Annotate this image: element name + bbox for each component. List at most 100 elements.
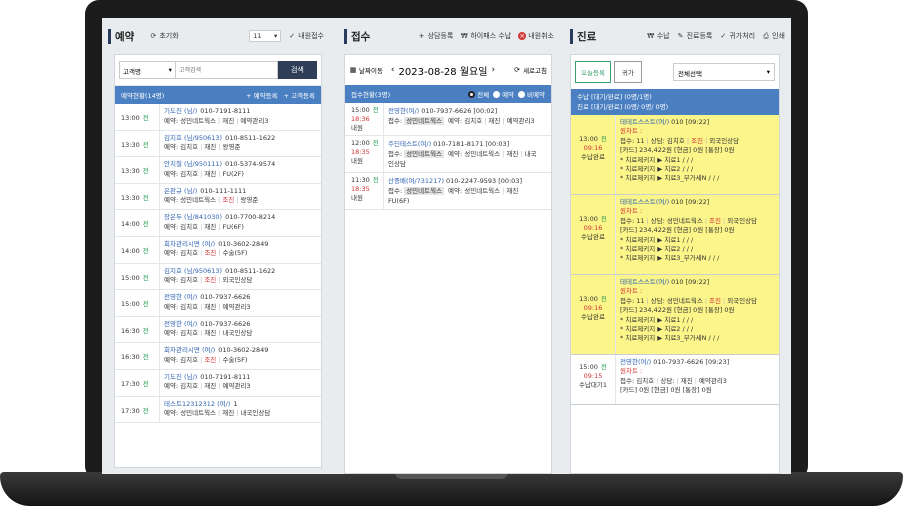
reservation-row[interactable]: 13:30 전 은판규 (님/) 010-111-1111 예약: 성민네트웍스 | 조진 | 왕… [115, 183, 321, 211]
reservation-row[interactable]: 15:00 전 김지호 (님/950613) 010-8511-1622 예약: 김치호 |… [115, 263, 321, 291]
reservation-detail: FU(6F) [222, 222, 244, 231]
patient-name[interactable]: 회차관리시면 (여/) [164, 240, 215, 248]
reservation-detail: 김치호 [180, 249, 199, 258]
reservation-row[interactable]: 15:00 전 전영한 (여/) 010-7937-6626 예약: 김치호 | 재진 | 예약관… [115, 290, 321, 317]
reception-title: 접수 [344, 28, 370, 44]
treatment-consult: 상담: 성민네트웍스 [650, 296, 703, 305]
reception-detail: 내국 [524, 150, 537, 158]
treatment-row[interactable]: 13:00 전 09:16 수납완료 테테트스스트(여/) 010 [09:22] 원차트 … [571, 275, 779, 355]
divider: | [722, 216, 726, 225]
reservation-status: 전 [142, 246, 149, 255]
divider: | [218, 382, 221, 391]
treatment-state: 수납대기1 [578, 381, 608, 389]
add-reservation-button[interactable]: + 예약등록 [246, 90, 277, 100]
patient-name[interactable]: 테스트12312312 (여/) [164, 400, 230, 408]
reservation-row[interactable]: 16:30 전 전영한 (여/) 010-7937-6626 예약: 김치호 | 재진 | 내국인… [115, 316, 321, 344]
filter-reservation-radio[interactable]: 예약 [493, 89, 514, 99]
add-customer-button[interactable]: + 고객등록 [284, 90, 315, 100]
treatment-row[interactable]: 13:00 전 09:16 수납완료 테테트스스트(여/) 010 [09:22] 원차트 … [571, 115, 779, 195]
treatment-row[interactable]: 15:00 전 09:15 수납대기1 전영한(여/) 010-7937-6626 [09… [571, 355, 779, 405]
patient-name[interactable]: 은판규 (님/) [164, 187, 197, 195]
divider: | [694, 376, 697, 385]
reservation-row[interactable]: 13:30 전 안치철 (님/950111) 010-5374-9574 예약: 김치호 |… [115, 157, 321, 184]
patient-name[interactable]: 김지호 (님/950613) [164, 134, 222, 142]
select-all-dropdown[interactable]: 전체선택 ▾ [673, 63, 775, 81]
divider: | [236, 409, 239, 418]
tab-home[interactable]: 귀가 [613, 61, 642, 83]
date-move-button[interactable]: ▦ 날짜이동 [349, 65, 383, 75]
reservation-label: 예약: [164, 355, 179, 364]
patient-name[interactable]: 김지호 (님/950613) [164, 267, 222, 275]
edit-icon: ✎ [677, 32, 684, 40]
print-button[interactable]: ⎙ 인쇄 [762, 31, 785, 41]
patient-name[interactable]: 주딘테스트(여/) [388, 140, 431, 148]
reservation-detail: 내국인상담 [240, 409, 271, 418]
reservation-row[interactable]: 17:30 전 테스트12312312 (여/) 1 예약: 성민네트웍스 | 재진 | 내국인상… [115, 396, 321, 424]
home-process-button[interactable]: ✓ 귀가처리 [719, 31, 755, 41]
search-type-select[interactable]: 고객명 ▾ [119, 61, 176, 79]
patient-phone: 010-111-1111 [200, 186, 247, 195]
payment-button[interactable]: ₩ 수납 [647, 31, 669, 41]
reservation-detail: 성민네트웍스 [180, 116, 217, 125]
patient-name[interactable]: 회차관리시면 (여/) [164, 346, 215, 354]
visit-cancel-button[interactable]: × 내원취소 [518, 31, 554, 41]
reservation-row[interactable]: 13:00 전 기도진 (님/) 010-7191-8111 예약: 성민네트웍스 | 재진 |… [115, 104, 321, 131]
patient-name[interactable]: 전영한 (여/) [164, 320, 197, 328]
treatment-status: 전 [600, 135, 607, 143]
reservation-detail: 조진 [222, 196, 235, 205]
reception-time: 11:30 전 18:35 내원 [345, 173, 383, 209]
reception-detail: 재진 [506, 187, 519, 195]
count-select[interactable]: 11 ▾ [249, 30, 282, 42]
patient-name[interactable]: 전영한(여/) [388, 107, 419, 115]
reception-label: 접수: [388, 150, 403, 158]
search-button[interactable]: 검색 [277, 61, 317, 79]
reset-button[interactable]: ⟳ 초기화 [149, 31, 178, 41]
divider: | [502, 187, 505, 195]
treatment-header: 진료 ₩ 수납 ✎ 진료등록 ✓ 귀가처리 ⎙ 인쇄 [564, 18, 791, 54]
reception-row[interactable]: 15:00 전 18:36 내원 전영한(여/) 010-7937-6626 [00:02]… [345, 103, 551, 136]
prev-date-icon[interactable]: ‹ [391, 65, 395, 75]
divider: | [200, 329, 203, 338]
payment-detail: [카드] 234,422원 [현금] 0원 [통장] 0원 [620, 146, 735, 155]
treatment-package-line: * 치료제키지 ▶ 치료1 / / / [620, 235, 694, 244]
patient-name[interactable]: 장은두 (님/841030) [164, 213, 222, 221]
reservation-row[interactable]: 14:00 전 회차관리시면 (여/) 010-3602-2849 예약: 김치호 | 조진 |… [115, 236, 321, 264]
patient-name[interactable]: 테테트스스트(여/) [620, 198, 669, 206]
hipass-payment-button[interactable]: ₩ 하이패스 수납 [460, 31, 511, 41]
filter-nonreservation-radio[interactable]: 비예약 [518, 89, 545, 99]
treatment-status: 전 [600, 215, 607, 223]
patient-phone: 010-7937-6626 [421, 107, 472, 115]
reservation-row[interactable]: 17:30 전 기도진 (님/) 010-7191-8111 예약: 김치호 | 재진 | 예약관… [115, 369, 321, 397]
reservation-detail: 성민네트웍스 [180, 409, 217, 418]
patient-name[interactable]: 테테트스스트(여/) [620, 278, 669, 286]
reservation-row[interactable]: 14:00 전 장은두 (님/841030) 010-7700-8214 예약: 김치호 |… [115, 210, 321, 237]
reservation-detail: 김치호 [180, 329, 199, 338]
treatment-dept: 외국인상담 [727, 296, 758, 305]
patient-name[interactable]: 안치철 (님/950111) [164, 160, 222, 168]
search-input[interactable] [175, 61, 278, 79]
divider: | [218, 409, 221, 418]
divider: | [646, 136, 649, 145]
visit-checkbox[interactable]: ✓ 내원접수 [288, 31, 324, 41]
reception-row[interactable]: 12:00 전 18:35 내원 주딘테스트(여/) 010-7181-8171 [00:0… [345, 136, 551, 173]
patient-name[interactable]: 기도진 (님/) [164, 373, 197, 381]
reservation-time: 16:30 전 [121, 353, 149, 362]
patient-name[interactable]: 전영한 (여/) [164, 293, 197, 301]
consult-register-button[interactable]: + 상담등록 [418, 31, 454, 41]
treatment-row[interactable]: 13:00 전 09:16 수납완료 테테트스스트(여/) 010 [09:22] 원차트 … [571, 195, 779, 275]
patient-name[interactable]: 전영한(여/) [620, 358, 651, 366]
next-date-icon[interactable]: › [491, 65, 495, 75]
refresh-button[interactable]: ⟳ 새로고침 [513, 65, 547, 75]
patient-phone: 010-3602-2849 [218, 239, 269, 248]
patient-name[interactable]: 기도진 (님/) [164, 107, 197, 115]
treatment-register-button[interactable]: ✎ 진료등록 [677, 31, 713, 41]
patient-name[interactable]: 산중배(여/731217) [388, 177, 444, 185]
treatment-status: 전 [600, 295, 607, 303]
reservation-row[interactable]: 16:30 전 회차관리시면 (여/) 010-3602-2849 예약: 김치호 | 조진 |… [115, 343, 321, 370]
patient-name[interactable]: 테테트스스트(여/) [620, 118, 669, 126]
chevron-down-icon: ▾ [168, 66, 172, 74]
reception-row[interactable]: 11:30 전 18:35 내원 산중배(여/731217) 010-2247-9593[… [345, 173, 551, 210]
tab-today[interactable]: 오늘등록 [575, 61, 611, 83]
filter-all-radio[interactable]: 전체 [468, 89, 489, 99]
reservation-row[interactable]: 13:30 전 김지호 (님/950613) 010-8511-1622 예약: 김치호 |… [115, 130, 321, 158]
